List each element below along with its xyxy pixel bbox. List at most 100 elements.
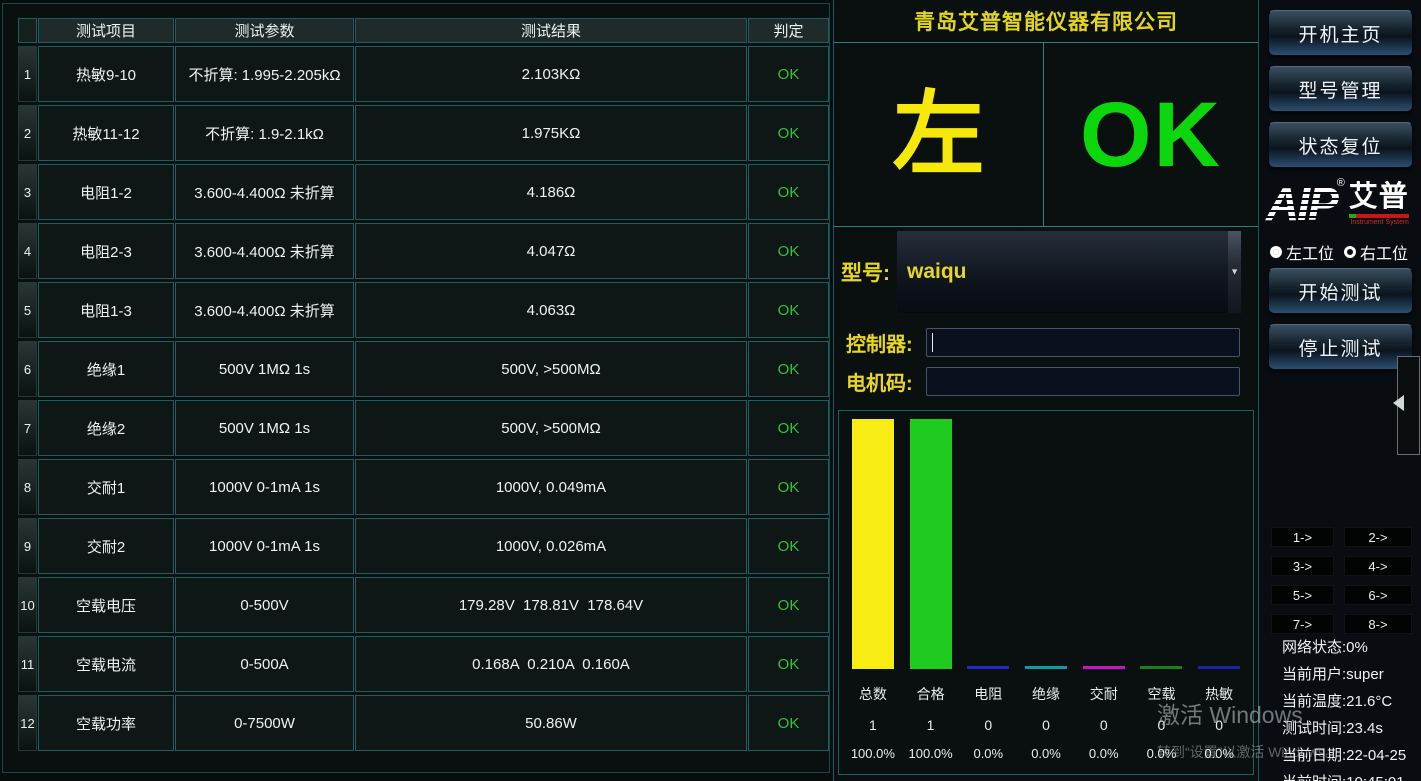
cell-item: 空载电流	[38, 636, 174, 692]
cell-param: 3.600-4.400Ω 未折算	[175, 282, 354, 338]
station-indicator: 左	[834, 43, 1044, 226]
cell-param: 不折算: 1.995-2.205kΩ	[175, 46, 354, 102]
cell-param: 1000V 0-1mA 1s	[175, 518, 354, 574]
cell-judge: OK	[748, 400, 829, 456]
cell-item: 空载电压	[38, 577, 174, 633]
status-info-block: 网络状态:0% 当前用户:super 当前温度:21.6°C 测试时间:23.4…	[1282, 634, 1406, 781]
table-row: 12 空载功率 0-7500W 50.86W OK	[18, 695, 829, 751]
bar-noload	[1140, 666, 1182, 669]
motor-code-input[interactable]	[926, 367, 1240, 396]
row-number: 6	[18, 341, 37, 397]
chart-counts: 1 1 0 0 0 0 0	[844, 717, 1248, 733]
cat-label: 热敏	[1190, 684, 1248, 704]
inputs-row: 控制器: 电机码:	[834, 317, 1258, 407]
network-status: 网络状态:0%	[1282, 634, 1406, 661]
model-manage-button[interactable]: 型号管理	[1268, 66, 1413, 112]
current-date: 当前日期:22-04-25	[1282, 742, 1406, 769]
channel-button-grid: 1-> 2-> 3-> 4-> 5-> 6-> 7-> 8->	[1271, 527, 1413, 634]
radio-right-station[interactable]: 右工位	[1344, 240, 1408, 264]
row-number: 8	[18, 459, 37, 515]
channel-2-button[interactable]: 2->	[1344, 527, 1412, 547]
test-results-table: 测试项目 测试参数 测试结果 判定 1 热敏9-10 不折算: 1.995-2.…	[17, 15, 830, 754]
header-judge: 判定	[748, 18, 829, 43]
cell-judge: OK	[748, 341, 829, 397]
controller-label: 控制器:	[834, 328, 926, 357]
cell-judge: OK	[748, 164, 829, 220]
collapse-panel-tab[interactable]	[1397, 356, 1420, 455]
cell-judge: OK	[748, 636, 829, 692]
row-number: 11	[18, 636, 37, 692]
table-row: 4 电阻2-3 3.600-4.400Ω 未折算 4.047Ω OK	[18, 223, 829, 279]
cell-param: 500V 1MΩ 1s	[175, 400, 354, 456]
cat-percent: 0.0%	[1190, 746, 1248, 761]
controller-input[interactable]	[926, 328, 1240, 357]
row-number: 3	[18, 164, 37, 220]
cat-count: 0	[1133, 717, 1191, 733]
cat-label: 交耐	[1075, 684, 1133, 704]
cell-judge: OK	[748, 282, 829, 338]
cat-label: 总数	[844, 684, 902, 704]
table-header-row: 测试项目 测试参数 测试结果 判定	[18, 18, 829, 43]
model-label: 型号:	[834, 257, 896, 287]
table-row: 5 电阻1-3 3.600-4.400Ω 未折算 4.063Ω OK	[18, 282, 829, 338]
company-title: 青岛艾普智能仪器有限公司	[834, 0, 1258, 43]
model-value: waiqu	[897, 260, 967, 284]
cell-item: 电阻1-2	[38, 164, 174, 220]
cell-item: 交耐1	[38, 459, 174, 515]
model-dropdown[interactable]: waiqu ▼	[896, 230, 1242, 314]
cell-judge: OK	[748, 46, 829, 102]
cat-percent: 100.0%	[844, 746, 902, 761]
header-item: 测试项目	[38, 18, 174, 43]
channel-8-button[interactable]: 8->	[1344, 614, 1412, 634]
radio-icon	[1344, 246, 1356, 258]
aip-logo-text: AIP	[1266, 176, 1337, 232]
row-number: 4	[18, 223, 37, 279]
cell-result: 500V, >500MΩ	[355, 341, 747, 397]
chevron-down-icon[interactable]: ▼	[1230, 268, 1239, 277]
cell-judge: OK	[748, 223, 829, 279]
stop-test-button[interactable]: 停止测试	[1268, 324, 1413, 370]
cell-item: 交耐2	[38, 518, 174, 574]
home-button[interactable]: 开机主页	[1268, 10, 1413, 56]
row-number: 1	[18, 46, 37, 102]
cat-count: 0	[959, 717, 1017, 733]
cell-result: 500V, >500MΩ	[355, 400, 747, 456]
status-row: 左 OK	[834, 43, 1258, 227]
channel-7-button[interactable]: 7->	[1271, 614, 1334, 634]
radio-left-station[interactable]: 左工位	[1270, 240, 1334, 264]
model-row: 型号: waiqu ▼	[834, 227, 1258, 317]
table-row: 8 交耐1 1000V 0-1mA 1s 1000V, 0.049mA OK	[18, 459, 829, 515]
bar-pass	[910, 419, 952, 669]
status-reset-button[interactable]: 状态复位	[1268, 122, 1413, 168]
channel-3-button[interactable]: 3->	[1271, 556, 1334, 576]
channel-4-button[interactable]: 4->	[1344, 556, 1412, 576]
cat-label: 电阻	[959, 684, 1017, 704]
row-number: 2	[18, 105, 37, 161]
cat-count: 0	[1075, 717, 1133, 733]
chart-percents: 100.0% 100.0% 0.0% 0.0% 0.0% 0.0% 0.0%	[844, 746, 1248, 761]
header-corner	[18, 18, 37, 43]
cell-result: 4.047Ω	[355, 223, 747, 279]
bar-total	[852, 419, 894, 669]
table-row: 7 绝缘2 500V 1MΩ 1s 500V, >500MΩ OK	[18, 400, 829, 456]
test-duration: 测试时间:23.4s	[1282, 715, 1406, 742]
channel-6-button[interactable]: 6->	[1344, 585, 1412, 605]
cell-param: 3.600-4.400Ω 未折算	[175, 164, 354, 220]
cat-count: 1	[844, 717, 902, 733]
cell-param: 1000V 0-1mA 1s	[175, 459, 354, 515]
start-test-button[interactable]: 开始测试	[1268, 268, 1413, 314]
cat-percent: 0.0%	[1017, 746, 1075, 761]
table-row: 9 交耐2 1000V 0-1mA 1s 1000V, 0.026mA OK	[18, 518, 829, 574]
controller-field-row: 控制器:	[834, 324, 1258, 360]
cat-label: 绝缘	[1017, 684, 1075, 704]
cell-result: 50.86W	[355, 695, 747, 751]
table-row: 1 热敏9-10 不折算: 1.995-2.205kΩ 2.103KΩ OK	[18, 46, 829, 102]
channel-1-button[interactable]: 1->	[1271, 527, 1334, 547]
row-number: 5	[18, 282, 37, 338]
channel-5-button[interactable]: 5->	[1271, 585, 1334, 605]
text-cursor	[932, 333, 933, 352]
cat-label: 空载	[1133, 684, 1191, 704]
statistics-chart: 总数 合格 电阻 绝缘 交耐 空载 热敏 1 1 0 0 0 0 0 100.0…	[838, 410, 1254, 775]
cell-result: 1000V, 0.026mA	[355, 518, 747, 574]
row-number: 7	[18, 400, 37, 456]
